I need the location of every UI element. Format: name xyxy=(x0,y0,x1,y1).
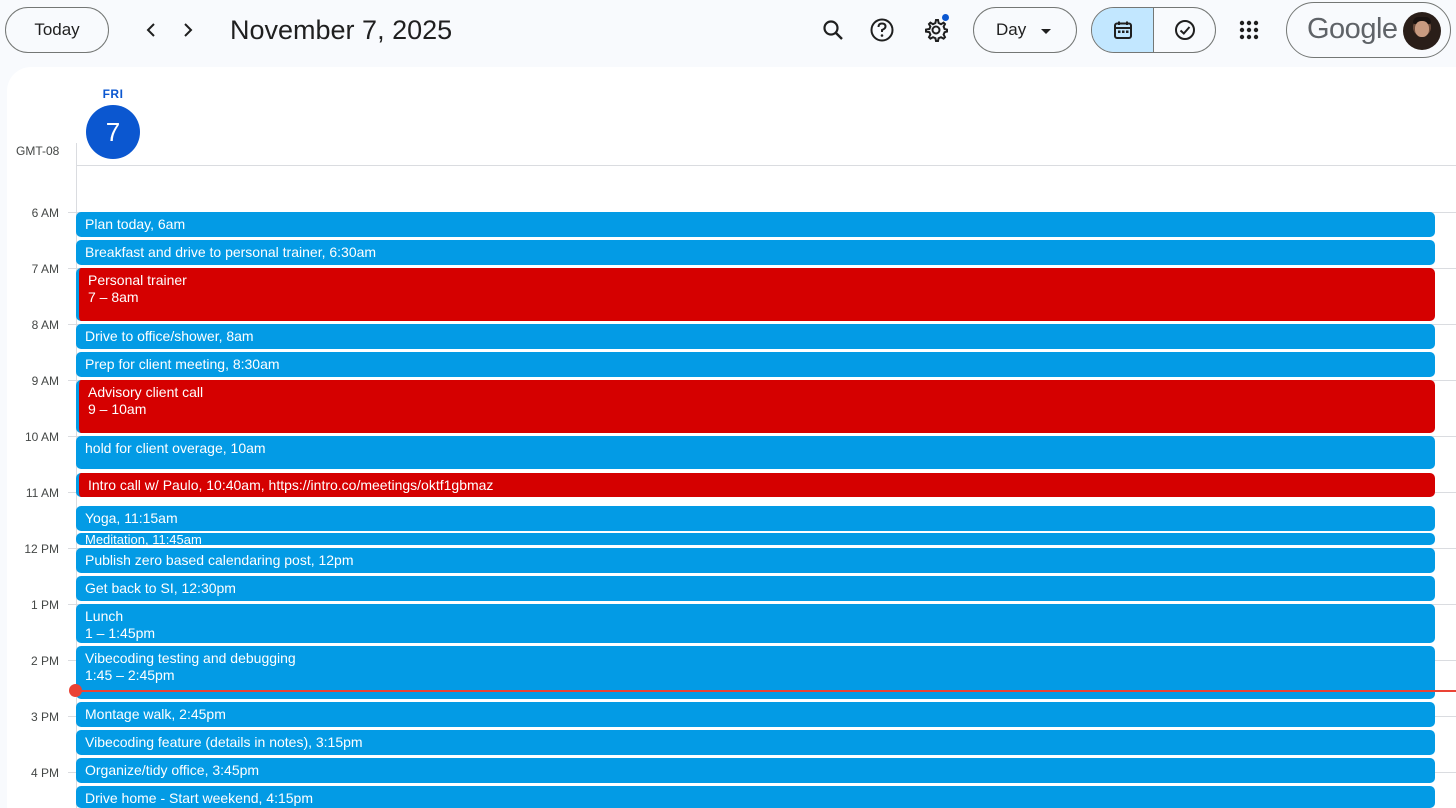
calendar-event[interactable]: Yoga, 11:15am xyxy=(76,506,1435,531)
search-icon xyxy=(823,20,843,40)
account-button[interactable]: Google xyxy=(1286,2,1451,58)
help-button[interactable] xyxy=(863,11,901,49)
avatar-face xyxy=(1415,21,1429,37)
day-view: FRI 7 GMT-08 6 AM 7 AM 8 AM 9 AM 10 AM 1… xyxy=(7,67,1456,808)
calendar-event[interactable]: Publish zero based calendaring post, 12p… xyxy=(76,548,1435,573)
event-time: 1:45 – 2:45pm xyxy=(85,667,175,683)
date-title: November 7, 2025 xyxy=(230,15,453,45)
search-button[interactable] xyxy=(814,11,852,49)
chevron-right-icon xyxy=(184,23,193,37)
view-selector-label: Day xyxy=(996,20,1027,39)
google-logo: Google xyxy=(1307,13,1398,45)
day-number[interactable]: 7 xyxy=(86,105,140,159)
calendar-event[interactable]: Prep for client meeting, 8:30am xyxy=(76,352,1435,377)
calendar-event[interactable]: Breakfast and drive to personal trainer,… xyxy=(76,240,1435,265)
settings-button[interactable] xyxy=(917,11,955,49)
calendar-tasks-toggle xyxy=(1091,7,1216,53)
avatar[interactable] xyxy=(1403,12,1441,50)
event-title: hold for client overage, 10am xyxy=(85,440,266,456)
calendar-event[interactable]: hold for client overage, 10am xyxy=(76,436,1435,469)
all-day-divider xyxy=(76,165,1456,166)
day-of-week: FRI xyxy=(102,87,124,101)
event-title: Lunch xyxy=(85,608,124,624)
calendar-event[interactable]: Get back to SI, 12:30pm xyxy=(76,576,1435,601)
event-time: 9 – 10am xyxy=(88,401,147,417)
calendar-icon xyxy=(1113,21,1132,39)
help-icon xyxy=(870,18,894,42)
timezone-label: GMT-08 xyxy=(16,144,60,158)
hour-label: 8 AM xyxy=(31,318,59,332)
event-title: Get back to SI, 12:30pm xyxy=(85,580,236,596)
event-title: Plan today, 6am xyxy=(85,216,186,232)
event-time: 7 – 8am xyxy=(88,289,139,305)
calendar-event[interactable]: Plan today, 6am xyxy=(76,212,1435,237)
next-day-button[interactable] xyxy=(171,13,205,47)
tasks-view-button[interactable] xyxy=(1154,8,1215,52)
event-title: Yoga, 11:15am xyxy=(85,510,178,526)
calendar-event[interactable]: Intro call w/ Paulo, 10:40am, https://in… xyxy=(76,473,1435,497)
hour-label: 3 PM xyxy=(30,710,59,724)
event-title: Montage walk, 2:45pm xyxy=(85,706,226,722)
calendar-event[interactable]: Meditation, 11:45am xyxy=(76,533,1435,545)
event-title: Prep for client meeting, 8:30am xyxy=(85,356,280,372)
calendar-event[interactable]: Lunch 1 – 1:45pm xyxy=(76,604,1435,643)
calendar-event[interactable]: Advisory client call 9 – 10am xyxy=(76,380,1435,433)
apps-grid-icon xyxy=(1239,20,1259,40)
previous-day-button[interactable] xyxy=(134,13,168,47)
hour-label: 4 PM xyxy=(30,766,59,780)
tasks-check-icon xyxy=(1174,20,1195,40)
hour-label: 11 AM xyxy=(25,486,59,500)
hour-label: 9 AM xyxy=(31,374,59,388)
hour-label: 10 AM xyxy=(24,430,59,444)
event-title: Publish zero based calendaring post, 12p… xyxy=(85,552,354,568)
calendar-view-button[interactable] xyxy=(1092,8,1154,52)
event-title: Vibecoding testing and debugging xyxy=(85,650,296,666)
event-title: Intro call w/ Paulo, 10:40am, https://in… xyxy=(88,477,494,493)
event-title: Organize/tidy office, 3:45pm xyxy=(85,762,260,778)
event-time: 1 – 1:45pm xyxy=(85,625,156,641)
event-title: Drive to office/shower, 8am xyxy=(85,328,254,344)
current-time-dot xyxy=(69,684,82,697)
calendar-event[interactable]: Drive home - Start weekend, 4:15pm xyxy=(76,786,1435,808)
chevron-left-icon xyxy=(146,23,155,37)
hour-label: 6 AM xyxy=(31,206,59,220)
hour-label: 12 PM xyxy=(24,542,59,556)
event-title: Vibecoding feature (details in notes), 3… xyxy=(85,734,363,750)
calendar-event[interactable]: Montage walk, 2:45pm xyxy=(76,702,1435,727)
calendar-event[interactable]: Drive to office/shower, 8am xyxy=(76,324,1435,349)
event-title: Drive home - Start weekend, 4:15pm xyxy=(85,790,313,806)
today-button[interactable]: Today xyxy=(5,7,109,53)
hour-label: 7 AM xyxy=(31,262,59,276)
top-bar: Today November 7, 2025 Day Google xyxy=(0,0,1456,66)
calendar-event[interactable]: Organize/tidy office, 3:45pm xyxy=(76,758,1435,783)
caret-down-icon xyxy=(1041,29,1051,34)
event-title: Advisory client call xyxy=(88,384,204,400)
calendar-event[interactable]: Personal trainer 7 – 8am xyxy=(76,268,1435,321)
event-title: Meditation, 11:45am xyxy=(85,533,202,545)
hour-label: 1 PM xyxy=(30,598,59,612)
calendar-event[interactable]: Vibecoding feature (details in notes), 3… xyxy=(76,730,1435,755)
hour-label: 2 PM xyxy=(30,654,59,668)
notification-dot xyxy=(942,14,949,21)
current-time-line xyxy=(77,690,1456,692)
event-title: Breakfast and drive to personal trainer,… xyxy=(85,244,377,260)
google-apps-button[interactable] xyxy=(1232,13,1266,47)
view-selector[interactable]: Day xyxy=(973,7,1077,53)
event-title: Personal trainer xyxy=(88,272,187,288)
